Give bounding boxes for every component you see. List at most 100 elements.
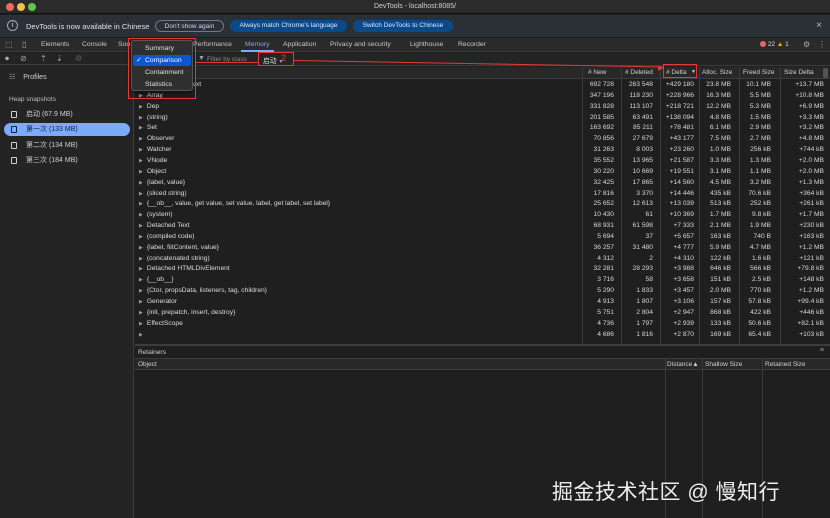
cell-alloc: 12.2 MB [706,102,731,110]
retainers-splitter[interactable] [135,344,830,346]
tab-performance[interactable]: Performance [193,41,232,48]
table-row[interactable]: ▶ EffectScope 4 736 1 797 +2 939 133 kB 50.6 k… [135,319,830,330]
switch-chinese-button[interactable]: Switch DevTools to Chinese [353,20,453,32]
expand-arrow-icon[interactable]: ▶ [139,277,143,283]
table-row[interactable]: ▶ {label, value} 32 425 17 865 +14 560 4.5 MB… [135,178,830,189]
cell-delta: +429 180 [665,81,694,88]
retainers-col-distance[interactable]: Distance▲ [667,361,699,368]
clear-all-icon[interactable]: ⊘ [20,54,27,63]
expand-arrow-icon[interactable]: ▶ [139,125,143,131]
table-row[interactable]: ▶ {label, fiitContent, value} 36 257 31 480… [135,243,830,254]
profiles-settings-icon[interactable]: ☷ [9,74,15,81]
retainers-col-object[interactable]: Object [138,361,157,368]
tab-recorder[interactable]: Recorder [458,41,486,48]
cell-new: 347 196 [589,91,614,99]
garbage-collect-icon[interactable]: ♲ [75,54,82,63]
more-options-icon[interactable]: ⋮ [818,40,826,49]
expand-arrow-icon[interactable]: ▶ [139,136,143,142]
table-row[interactable]: ▶ 4 686 1 816 +2 870 169 kB 65.4 kB +103 kB [135,330,830,341]
expand-arrow-icon[interactable]: ▶ [139,115,143,121]
table-row[interactable]: ▶ VNode 35 552 13 965 +21 587 3.3 MB 1.3 MB +2.… [135,156,830,167]
expand-arrow-icon[interactable]: ▶ [139,201,143,207]
record-icon[interactable]: ⏺ [5,54,9,64]
expand-arrow-icon[interactable]: ▶ [139,256,143,262]
col-deleted[interactable]: # Deleted [625,69,653,76]
expand-arrow-icon[interactable]: ▶ [139,321,143,327]
expand-arrow-icon[interactable]: ▶ [139,147,143,153]
expand-arrow-icon[interactable]: ▶ [139,223,143,229]
table-row[interactable]: ▶(system) / Context692 728263 548+429 18… [135,80,830,91]
table-row[interactable]: ▶ Array 347 196 118 230 +228 966 16.3 MB 5.5 M… [135,91,830,102]
table-row[interactable]: ▶ {init, prepatch, insert, destroy} 5 751 2… [135,308,830,319]
expand-arrow-icon[interactable]: ▶ [139,158,143,164]
device-toolbar-icon[interactable]: ▯ [22,40,26,49]
table-row[interactable]: ▶ {__ob__} 3 716 58 +3 658 151 kB 2.5 kB +148 k… [135,275,830,286]
cell-alloc: 3.1 MB [709,167,731,175]
expand-arrow-icon[interactable]: ▶ [139,180,143,186]
snapshot-item[interactable]: 启动 (67.9 MB) [4,108,130,121]
issues-badge[interactable]: 22 ▲ 1 [760,41,789,48]
retainers-col-retained[interactable]: Retained Size [765,361,805,368]
expand-arrow-icon[interactable]: ▶ [139,234,143,240]
match-language-button[interactable]: Always match Chrome's language [230,20,347,32]
table-row[interactable]: ▶ Generator 4 913 1 807 +3 106 157 kB 57.8 kB +… [135,297,830,308]
snapshot-item[interactable]: 第二次 (134 MB) [4,139,130,152]
expand-arrow-icon[interactable]: ▶ [139,310,143,316]
cell-freed: 770 kB [750,287,771,295]
row-class-label: Object [146,167,167,175]
save-profile-icon[interactable]: ⇣ [56,54,63,63]
table-row[interactable]: ▶ (sliced string) 17 816 3 370 +14 446 435 kB… [135,189,830,200]
expand-arrow-icon[interactable]: ▶ [139,245,143,251]
load-profile-icon[interactable]: ⇡ [40,54,47,63]
snapshot-icon [11,157,17,164]
cell-delta: +3 988 [673,265,694,273]
expand-arrow-icon[interactable]: ▶ [139,288,143,294]
expand-arrow-icon[interactable]: ▶ [139,332,143,338]
tab-console[interactable]: Console [82,41,107,48]
snapshot-item[interactable]: 第三次 (184 MB) [4,154,130,167]
col-freed-size[interactable]: Freed Size [743,69,774,76]
tab-elements[interactable]: Elements [41,41,69,48]
expand-arrow-icon[interactable]: ▶ [139,266,143,272]
table-row[interactable]: ▶ Dep 331 828 113 107 +218 721 12.2 MB 5.3 MB +… [135,102,830,113]
table-row[interactable]: ▶ Detached HTMLDivElement 32 281 28 293 +3 9… [135,264,830,275]
table-row[interactable]: ▶ Detached Text 68 931 61 598 +7 333 2.1 MB 1.… [135,221,830,232]
table-row[interactable]: ▶ Watcher 31 263 8 003 +23 260 1.0 MB 256 kB +7… [135,145,830,156]
row-class-label: {init, prepatch, insert, destroy} [146,308,236,316]
expand-arrow-icon[interactable]: ▶ [139,212,143,218]
expand-arrow-icon[interactable]: ▶ [139,169,143,175]
table-row[interactable]: ▶ (compiled code) 5 694 37 +5 657 163 kB 740 B… [135,232,830,243]
table-row[interactable]: ▶ {__ob__, value, get value, set value, l… [135,199,830,210]
col-alloc-size[interactable]: Alloc. Size [702,69,732,76]
col-new[interactable]: # New [588,69,606,76]
expand-arrow-icon[interactable]: ▶ [139,191,143,197]
table-row[interactable]: ▶ {Ctor, propsData, listeners, tag, child… [135,286,830,297]
settings-gear-icon[interactable]: ⚙ [803,40,810,49]
profiles-sidebar: ⏺ ⊘ ⇡ ⇣ ♲ ☷ Profiles Heap snapshots 启动 (… [0,53,134,518]
retainers-menu-icon[interactable]: ≡ [820,347,824,354]
cell-alloc: 2.1 MB [709,222,731,230]
table-row[interactable]: ▶ (string) 201 585 63 491 +138 094 4.8 MB 1.5 … [135,113,830,124]
row-class-name: ▶ EffectScope [139,319,183,330]
cell-freed: 1.9 MB [749,222,771,230]
cell-size-delta: +3.2 MB [798,124,824,132]
heap-snapshots-heading: Heap snapshots [9,96,56,103]
table-row[interactable]: ▶ (system) 10 430 61 +10 369 1.7 MB 9.8 kB +1.7… [135,210,830,221]
tab-memory[interactable]: Memory [245,41,270,48]
tab-privacy-security[interactable]: Privacy and security [330,41,391,48]
tab-application[interactable]: Application [283,41,316,48]
col-size-delta[interactable]: Size Delta [784,69,814,76]
close-infobar-icon[interactable]: × [816,20,822,31]
table-row[interactable]: ▶ (concatenated string) 4 312 2 +4 310 122 kB… [135,254,830,265]
dont-show-again-button[interactable]: Don't show again [155,20,224,32]
tab-lighthouse[interactable]: Lighthouse [410,41,443,48]
table-row[interactable]: ▶ Set 163 692 85 211 +78 481 6.1 MB 2.9 MB +3.2… [135,123,830,134]
retainers-col-shallow[interactable]: Shallow Size [705,361,742,368]
expand-arrow-icon[interactable]: ▶ [139,299,143,305]
table-scrollbar[interactable] [823,68,828,78]
snapshot-item-selected[interactable]: 第一次 (133 MB) [4,123,130,136]
expand-arrow-icon[interactable]: ▶ [139,104,143,110]
inspect-element-icon[interactable]: ⬚ [5,40,13,49]
table-row[interactable]: ▶ Observer 70 856 27 679 +43 177 7.5 MB 2.7 MB… [135,134,830,145]
table-row[interactable]: ▶ Object 30 220 10 669 +19 551 3.1 MB 1.1 MB +2… [135,167,830,178]
